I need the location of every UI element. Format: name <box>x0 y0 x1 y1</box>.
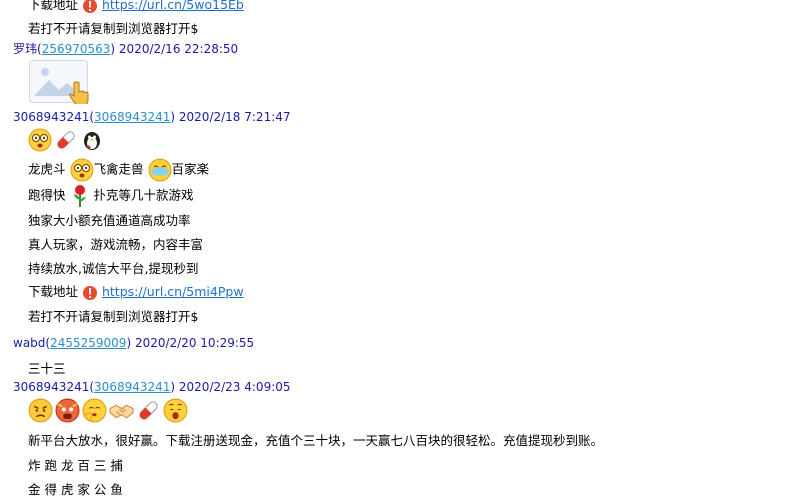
emoji-row <box>28 398 188 423</box>
message-time: 2020/2/16 22:28:50 <box>118 42 239 56</box>
message-line: 龙虎斗 飞禽走兽 百家楽 <box>28 158 209 182</box>
sender-name: 3068943241 <box>13 110 90 124</box>
pill-icon <box>136 398 161 423</box>
download-link-top[interactable]: https://url.cn/5wo15Eb <box>102 0 244 12</box>
angry-face-icon <box>28 398 53 423</box>
message-line: 独家大小额充值通道高成功率 <box>28 213 191 228</box>
open-hint: 若打不开请复制到浏览器打开$ <box>28 309 199 324</box>
sender-name: 罗玮 <box>13 42 38 56</box>
dizzy-face-icon <box>28 128 52 152</box>
shocked-face-icon <box>55 398 80 423</box>
sender-qq-link[interactable]: 2455259009 <box>50 336 126 350</box>
message-line: 金 得 虎 家 公 鱼 <box>28 482 123 497</box>
message-line: 炸 跑 龙 百 三 捕 <box>28 458 123 473</box>
download-line-top: 下载地址 https://url.cn/5wo15Eb <box>28 0 244 14</box>
text-segment: 扑克等几十款游戏 <box>93 187 194 203</box>
sender-qq-link[interactable]: 3068943241 <box>94 110 170 124</box>
message-text: 三十三 <box>28 361 66 376</box>
drooling-face-icon <box>148 158 172 182</box>
image-placeholder[interactable] <box>29 60 91 104</box>
message-line: 持续放水,诚信大平台,提现秒到 <box>28 261 199 276</box>
message-header: 罗玮(256970563) 2020/2/16 22:28:50 <box>13 42 239 56</box>
handshake-icon <box>109 398 134 423</box>
warning-icon <box>82 0 98 14</box>
sender-name: 3068943241 <box>13 380 90 394</box>
open-hint-top: 若打不开请复制到浏览器打开$ <box>28 21 199 36</box>
pill-icon <box>54 128 78 152</box>
download-line: 下载地址 https://url.cn/5mi4Ppw <box>28 281 244 301</box>
message-time: 2020/2/20 10:29:55 <box>134 336 255 350</box>
download-link[interactable]: https://url.cn/5mi4Ppw <box>102 284 244 299</box>
download-label: 下载地址 <box>28 0 79 12</box>
yawn-face-icon <box>163 398 188 423</box>
emoji-row <box>28 128 104 152</box>
message-line: 新平台大放水，很好赢。下载注册送现金，充值个三十块，一天赢七八百块的很轻松。充值… <box>28 433 604 448</box>
warning-icon <box>82 285 98 301</box>
text-segment: 飞禽走兽 <box>93 161 144 177</box>
sender-name: wabd <box>13 336 46 350</box>
rose-icon <box>70 184 90 208</box>
text-segment: 龙虎斗 <box>28 161 66 177</box>
message-line: 真人玩家，游戏流畅，内容丰富 <box>28 237 204 252</box>
message-time: 2020/2/18 7:21:47 <box>178 110 291 124</box>
dizzy-face-icon <box>70 158 94 182</box>
message-header: 3068943241(3068943241) 2020/2/23 4:09:05 <box>13 380 291 394</box>
text-segment: 跑得快 <box>28 187 66 203</box>
text-segment: 百家楽 <box>171 161 210 177</box>
message-time: 2020/2/23 4:09:05 <box>178 380 291 394</box>
salute-face-icon <box>82 398 107 423</box>
message-header: wabd(2455259009) 2020/2/20 10:29:55 <box>13 336 255 350</box>
download-label: 下载地址 <box>28 284 79 299</box>
message-line: 跑得快 扑克等几十款游戏 <box>28 184 194 208</box>
message-header: 3068943241(3068943241) 2020/2/18 7:21:47 <box>13 110 291 124</box>
sender-qq-link[interactable]: 256970563 <box>42 42 111 56</box>
sender-qq-link[interactable]: 3068943241 <box>94 380 170 394</box>
penguin-icon <box>80 128 104 152</box>
